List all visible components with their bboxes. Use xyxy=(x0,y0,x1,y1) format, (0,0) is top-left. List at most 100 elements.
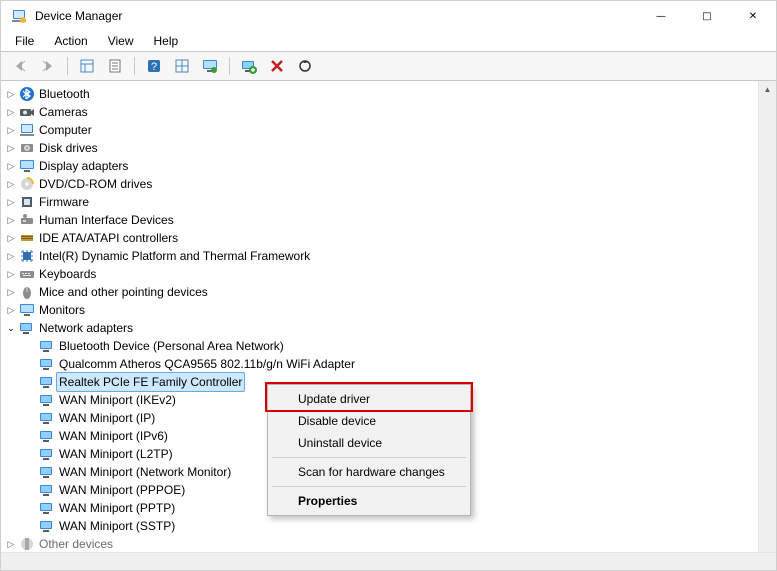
tree-category[interactable]: ▷ Bluetooth xyxy=(1,85,758,103)
chevron-right-icon[interactable]: ▷ xyxy=(5,103,17,121)
network-icon xyxy=(39,500,55,516)
content-area: ▷Bluetooth▷Cameras▷Computer▷Disk drives▷… xyxy=(1,81,776,571)
tree-category[interactable]: ▷ Intel(R) Dynamic Platform and Thermal F… xyxy=(1,247,758,265)
tree-category[interactable]: ▷DVD/CD-ROM drives xyxy=(1,175,758,193)
tree-category[interactable]: ▷ Monitors xyxy=(1,301,758,319)
toolbar-show-hidden[interactable] xyxy=(169,54,195,78)
chevron-right-icon[interactable]: ▷ xyxy=(5,211,17,229)
toolbar-add-hardware[interactable] xyxy=(236,54,262,78)
toolbar-help[interactable] xyxy=(141,54,167,78)
tree-category-label: Other devices xyxy=(39,535,113,553)
tree-category[interactable]: ▷ Display adapters xyxy=(1,157,758,175)
ctx-scan-hardware[interactable]: Scan for hardware changes xyxy=(270,461,468,483)
tree-category[interactable]: ▷Disk drives xyxy=(1,139,758,157)
tree-device-label: Qualcomm Atheros QCA9565 802.11b/g/n WiF… xyxy=(59,355,355,373)
chevron-right-icon[interactable]: ▷ xyxy=(5,85,17,103)
tree-category-label: Computer xyxy=(39,121,92,139)
ctx-properties[interactable]: Properties xyxy=(270,490,468,512)
tree-device[interactable]: Bluetooth Device (Personal Area Network) xyxy=(1,337,758,355)
tree-device-label: Bluetooth Device (Personal Area Network) xyxy=(59,337,284,355)
app-icon xyxy=(11,8,27,24)
chevron-right-icon[interactable]: ▷ xyxy=(5,193,17,211)
tree-category[interactable]: ▷ Human Interface Devices xyxy=(1,211,758,229)
toolbar-back[interactable] xyxy=(7,54,33,78)
tree-category-label: Mice and other pointing devices xyxy=(39,283,208,301)
tree-device-label: WAN Miniport (IKEv2) xyxy=(59,391,176,409)
chevron-right-icon[interactable]: ▷ xyxy=(5,229,17,247)
tree-category[interactable]: ▷Cameras xyxy=(1,103,758,121)
ide-icon xyxy=(19,230,35,246)
ctx-update-driver[interactable]: Update driver xyxy=(270,388,468,410)
tree-category-label: Display adapters xyxy=(39,157,128,175)
chevron-right-icon[interactable]: ▷ xyxy=(5,301,17,319)
firmware-icon xyxy=(19,194,35,210)
network-icon xyxy=(39,428,55,444)
toolbar-properties[interactable] xyxy=(102,54,128,78)
display-icon xyxy=(19,158,35,174)
menu-view[interactable]: View xyxy=(100,32,142,50)
chevron-right-icon[interactable]: ▷ xyxy=(5,157,17,175)
mouse-icon xyxy=(19,284,35,300)
toolbar-uninstall[interactable] xyxy=(264,54,290,78)
network-icon xyxy=(39,374,55,390)
tree-category-label: Intel(R) Dynamic Platform and Thermal Fr… xyxy=(39,247,310,265)
menu-file[interactable]: File xyxy=(7,32,42,50)
tree-category-label: Network adapters xyxy=(39,319,133,337)
chevron-right-icon[interactable]: ▷ xyxy=(5,247,17,265)
tree-device-label: WAN Miniport (IPv6) xyxy=(59,427,168,445)
toolbar-update[interactable] xyxy=(292,54,318,78)
bluetooth-icon xyxy=(19,86,35,102)
tree-category[interactable]: ▷ Keyboards xyxy=(1,265,758,283)
tree-device[interactable]: WAN Miniport (SSTP) xyxy=(1,517,758,535)
toolbar xyxy=(1,51,776,81)
chevron-right-icon[interactable]: ▷ xyxy=(5,283,17,301)
menu-action[interactable]: Action xyxy=(46,32,95,50)
tree-device[interactable]: Qualcomm Atheros QCA9565 802.11b/g/n WiF… xyxy=(1,355,758,373)
close-button[interactable]: ✕ xyxy=(730,1,776,31)
tree-category-label: Monitors xyxy=(39,301,85,319)
keyboard-icon xyxy=(19,266,35,282)
vertical-scrollbar[interactable]: ▲ ▼ xyxy=(758,81,776,570)
camera-icon xyxy=(19,104,35,120)
network-icon xyxy=(19,320,35,336)
tree-category[interactable]: ▷ Other devices xyxy=(1,535,758,553)
chevron-right-icon[interactable]: ▷ xyxy=(5,535,17,553)
scroll-up-icon[interactable]: ▲ xyxy=(759,81,776,98)
horizontal-scrollbar[interactable] xyxy=(1,552,776,570)
tree-category-label: Bluetooth xyxy=(39,85,90,103)
tree-device-label: WAN Miniport (L2TP) xyxy=(59,445,173,463)
network-icon xyxy=(39,356,55,372)
network-icon xyxy=(39,518,55,534)
tree-category[interactable]: ▷Firmware xyxy=(1,193,758,211)
minimize-button[interactable]: — xyxy=(638,1,684,31)
toolbar-console-tree[interactable] xyxy=(74,54,100,78)
ctx-uninstall-device[interactable]: Uninstall device xyxy=(270,432,468,454)
network-icon xyxy=(39,338,55,354)
tree-category[interactable]: ▷ Mice and other pointing devices xyxy=(1,283,758,301)
tree-category-label: Keyboards xyxy=(39,265,96,283)
tree-category-label: Human Interface Devices xyxy=(39,211,174,229)
ctx-separator xyxy=(272,486,466,487)
hid-icon xyxy=(19,212,35,228)
window-title: Device Manager xyxy=(35,9,122,23)
tree-device-label: WAN Miniport (IP) xyxy=(59,409,155,427)
chevron-down-icon[interactable]: ⌄ xyxy=(5,319,17,337)
chevron-right-icon[interactable]: ▷ xyxy=(5,265,17,283)
menu-help[interactable]: Help xyxy=(146,32,187,50)
tree-device-label: WAN Miniport (SSTP) xyxy=(59,517,175,535)
chevron-right-icon[interactable]: ▷ xyxy=(5,121,17,139)
tree-device-label: Realtek PCIe FE Family Controller xyxy=(57,373,244,391)
toolbar-forward[interactable] xyxy=(35,54,61,78)
tree-category-network[interactable]: ⌄ Network adapters xyxy=(1,319,758,337)
tree-category[interactable]: ▷IDE ATA/ATAPI controllers xyxy=(1,229,758,247)
chevron-right-icon[interactable]: ▷ xyxy=(5,139,17,157)
ctx-disable-device[interactable]: Disable device xyxy=(270,410,468,432)
chevron-right-icon[interactable]: ▷ xyxy=(5,175,17,193)
maximize-button[interactable]: □ xyxy=(684,1,730,31)
titlebar: Device Manager — □ ✕ xyxy=(1,1,776,31)
toolbar-scan[interactable] xyxy=(197,54,223,78)
computer-icon xyxy=(19,122,35,138)
tree-category[interactable]: ▷ Computer xyxy=(1,121,758,139)
context-menu: Update driver Disable device Uninstall d… xyxy=(267,384,471,516)
network-icon xyxy=(39,464,55,480)
